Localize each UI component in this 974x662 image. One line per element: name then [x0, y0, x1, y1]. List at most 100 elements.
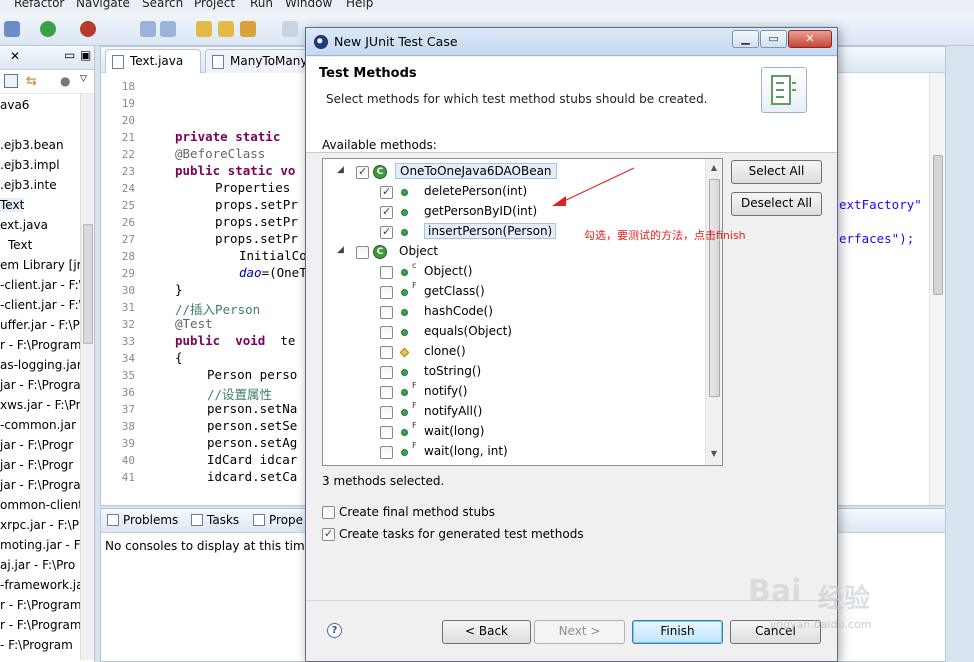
dropdown-icon[interactable]: ▽ [80, 74, 87, 84]
open-folder-icon[interactable] [196, 21, 212, 37]
tab-problems[interactable]: Problems [107, 513, 178, 527]
scrollbar-thumb[interactable] [709, 179, 720, 397]
tree-item[interactable]: -common.jar - [0, 418, 84, 432]
method-checkbox[interactable] [380, 426, 393, 439]
dialog-titlebar[interactable]: New JUnit Test Case ▁ ▭ ✕ [306, 28, 837, 56]
maximize-button[interactable]: ▭ [760, 30, 787, 48]
menu-run[interactable]: Run [250, 0, 273, 10]
editor-scrollbar[interactable] [929, 73, 945, 505]
collapse-icon[interactable]: ◢ [337, 245, 344, 255]
tree-item[interactable]: -client.jar - F:\ [0, 278, 83, 292]
tree-row-method[interactable]: F wait(long, int) [323, 441, 707, 462]
finish-button[interactable]: Finish [632, 620, 723, 644]
tree-item[interactable]: .ejb3.inte [0, 178, 57, 192]
tree-item[interactable]: xws.jar - F:\Pro [0, 398, 88, 412]
class-checkbox[interactable] [356, 246, 369, 259]
menu-navigate[interactable]: Navigate [76, 0, 130, 10]
tree-item[interactable]: .ejb3.bean [0, 138, 64, 152]
menu-project[interactable]: Project [194, 0, 235, 10]
tree-item[interactable]: r - F:\Program [0, 338, 82, 352]
package-explorer-scrollbar[interactable] [80, 94, 94, 660]
menu-window[interactable]: Window [285, 0, 332, 10]
method-checkbox[interactable] [380, 306, 393, 319]
pen-icon[interactable] [282, 21, 298, 37]
tree-item[interactable]: jar - F:\Progr [0, 458, 73, 472]
new-class-icon[interactable] [140, 21, 156, 37]
tab-text-java[interactable]: Text.java [105, 49, 201, 73]
tab-properties[interactable]: Prope [253, 513, 303, 527]
method-checkbox[interactable] [380, 346, 393, 359]
tab-manytomany[interactable]: ManyToMany [205, 49, 315, 73]
tree-item[interactable]: r - F:\Program [0, 618, 82, 632]
tree-item[interactable]: ava6 [0, 98, 29, 112]
menu-help[interactable]: Help [346, 0, 373, 10]
tree-row-method[interactable]: F notifyAll() [323, 401, 707, 422]
methods-tree[interactable]: ◢ C OneToOneJava6DAOBean deletePerson(in… [322, 158, 723, 466]
tree-row-method[interactable]: deletePerson(int) [323, 182, 707, 202]
method-checkbox[interactable] [380, 185, 393, 199]
external-tools-icon[interactable] [80, 21, 96, 37]
tree-row-method[interactable]: hashCode() [323, 302, 707, 322]
class-checkbox[interactable] [356, 165, 369, 179]
deselect-all-button[interactable]: Deselect All [731, 192, 822, 216]
tree-item[interactable]: .ejb3.impl [0, 158, 60, 172]
view-menu-icon[interactable]: ● [60, 74, 70, 88]
method-checkbox[interactable] [380, 266, 393, 279]
tree-item[interactable]: em Library [jr [0, 258, 82, 272]
create-tasks-checkbox[interactable] [322, 527, 335, 541]
new-package-icon[interactable] [160, 21, 176, 37]
tree-item[interactable]: jar - F:\Progra [0, 378, 81, 392]
tree-row-method[interactable]: getPersonByID(int) [323, 202, 707, 222]
scroll-up-icon[interactable]: ▲ [706, 163, 722, 172]
scroll-down-icon[interactable]: ▼ [706, 449, 722, 458]
tree-row-method[interactable]: F notify() [323, 381, 707, 402]
tree-row-class-onetoone[interactable]: ◢ C OneToOneJava6DAOBean [323, 162, 707, 182]
method-checkbox[interactable] [380, 386, 393, 399]
debug-icon[interactable] [4, 21, 20, 37]
tree-item[interactable]: r - F:\Program [0, 598, 82, 612]
select-all-button[interactable]: Select All [731, 160, 822, 184]
tree-item[interactable]: aj.jar - F:\Pro [0, 558, 75, 572]
tree-row-method[interactable]: toString() [323, 362, 707, 382]
minimize-icon[interactable]: ▭ [64, 48, 75, 62]
method-checkbox[interactable] [380, 205, 393, 219]
tree-row-method[interactable]: F wait(long) [323, 421, 707, 442]
tree-scrollbar[interactable]: ▲ ▼ [705, 159, 722, 465]
search-icon[interactable] [240, 21, 256, 37]
scrollbar-thumb[interactable] [83, 224, 93, 344]
link-editor-icon[interactable]: ⇆ [26, 74, 37, 89]
create-final-checkbox[interactable] [322, 506, 335, 519]
tab-tasks[interactable]: Tasks [191, 513, 239, 527]
collapse-all-icon[interactable] [4, 74, 18, 88]
method-checkbox[interactable] [380, 446, 393, 459]
next-button[interactable]: Next > [534, 620, 625, 644]
method-checkbox[interactable] [380, 286, 393, 299]
tree-item[interactable]: -framework.ja [0, 578, 83, 592]
tree-row-method[interactable]: equals(Object) [323, 322, 707, 342]
tree-row-method[interactable]: clone() [323, 342, 707, 362]
maximize-icon[interactable]: ▣ [80, 48, 91, 62]
run-icon[interactable] [40, 21, 56, 37]
tree-item[interactable]: -client.jar - F:\ [0, 298, 83, 312]
help-icon[interactable]: ? [327, 623, 342, 638]
open-type-icon[interactable] [218, 21, 234, 37]
method-checkbox[interactable] [380, 225, 393, 239]
tree-item[interactable]: xrpc.jar - F:\P [0, 518, 79, 532]
close-icon[interactable]: ✕ [10, 49, 20, 63]
method-checkbox[interactable] [380, 326, 393, 339]
tree-item[interactable]: uffer.jar - F:\P [0, 318, 80, 332]
method-checkbox[interactable] [380, 366, 393, 379]
menu-refactor[interactable]: Refactor [14, 0, 64, 10]
tree-row-method[interactable]: F getClass() [323, 281, 707, 302]
tree-item[interactable]: Text [0, 198, 25, 212]
tree-item[interactable]: - F:\Program [0, 638, 73, 652]
tree-item[interactable]: as-logging.jar [0, 358, 82, 372]
back-button[interactable]: < Back [442, 620, 531, 644]
tree-item[interactable]: jar - F:\Progra [0, 478, 81, 492]
tree-row-class-object[interactable]: ◢ C Object [323, 242, 707, 262]
tree-item[interactable]: moting.jar - F [0, 538, 81, 552]
tree-item[interactable]: ext.java [0, 218, 48, 232]
collapse-icon[interactable]: ◢ [337, 165, 344, 175]
tree-item[interactable]: Text [8, 238, 32, 252]
tree-item[interactable]: jar - F:\Progr [0, 438, 73, 452]
